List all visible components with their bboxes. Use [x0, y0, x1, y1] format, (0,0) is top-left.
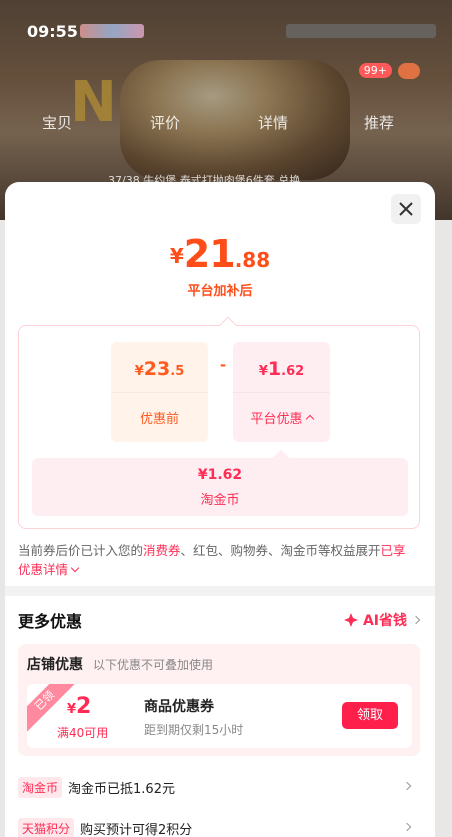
discount-detail-sheet: ¥21.88 平台加补后 ¥23.5 优惠前 - ¥1.62 平台优惠 ¥1.6… — [5, 182, 435, 837]
store-offers: 店铺优惠 以下优惠不可叠加使用 已领 ¥2 满40可用 商品优惠券 距到期仅剩1… — [18, 644, 420, 756]
close-button[interactable] — [391, 194, 421, 224]
store-offers-subtitle: 以下优惠不可叠加使用 — [93, 658, 214, 672]
cart-badge: 99+ — [358, 63, 392, 78]
chevron-right-icon — [402, 781, 412, 791]
product-tabs: 宝贝 评价 详情 推荐 — [0, 112, 452, 136]
tab-item[interactable]: 宝贝 — [42, 112, 72, 133]
coupon-amount: ¥2 — [67, 694, 92, 719]
section-divider — [5, 586, 435, 596]
more-badge — [398, 63, 420, 79]
platform-discount-value: ¥1.62 — [258, 358, 305, 380]
taojinbi-tag: 淘金币 — [18, 777, 63, 798]
platform-discount-label: 平台优惠 — [233, 408, 330, 427]
chevron-up-icon — [305, 414, 314, 424]
price-before-card: ¥23.5 优惠前 — [111, 342, 208, 442]
blurred-status-icons — [80, 24, 144, 38]
blurred-status-icons — [286, 24, 436, 38]
minus-sign: - — [219, 356, 227, 374]
store-coupon: 已领 ¥2 满40可用 商品优惠券 距到期仅剩15小时 领取 — [27, 684, 412, 748]
final-price: ¥21.88 — [169, 232, 271, 276]
coupon-expiry: 距到期仅剩15小时 — [144, 723, 244, 737]
chevron-down-icon — [70, 563, 80, 573]
chevron-right-icon — [411, 615, 421, 625]
tab-reviews[interactable]: 评价 — [150, 112, 180, 133]
price-before-value: ¥23.5 — [134, 358, 185, 380]
tab-recommend[interactable]: 推荐 — [364, 112, 394, 133]
price-note: 当前券后价已计入您的消费券、红包、购物券、淘金币等权益展开已享优惠详情 — [18, 543, 406, 577]
store-offers-title: 店铺优惠 — [27, 657, 83, 673]
taojinbi-breakdown: ¥1.62 淘金币 — [32, 449, 408, 516]
status-time: 09:55 — [27, 22, 78, 41]
chevron-right-icon — [402, 822, 412, 832]
coupon-condition: 满40可用 — [57, 726, 109, 740]
more-offers-title: 更多优惠 — [18, 612, 83, 631]
taojinbi-label: 淘金币 — [200, 493, 240, 508]
status-bar: 09:55 99+ — [0, 0, 452, 79]
coupon-name: 商品优惠券 — [144, 699, 214, 715]
final-price-label: 平台加补后 — [187, 284, 253, 299]
tmall-points-tag: 天猫积分 — [18, 818, 75, 837]
platform-discount-card[interactable]: ¥1.62 平台优惠 — [233, 342, 330, 442]
price-before-label: 优惠前 — [139, 412, 179, 427]
ai-sparkle-icon — [343, 613, 358, 627]
claim-coupon-button[interactable]: 领取 — [342, 702, 398, 729]
ai-save-money-link[interactable]: AI省钱 — [343, 610, 421, 630]
tmall-points-row-text: 购买预计可得2积分 — [80, 823, 193, 837]
price-breakdown: ¥23.5 优惠前 - ¥1.62 平台优惠 ¥1.62 淘金币 — [18, 316, 420, 529]
taojinbi-value: ¥1.62 — [197, 467, 243, 483]
taojinbi-row-text: 淘金币已抵1.62元 — [68, 782, 175, 797]
tmall-points-row[interactable]: 天猫积分 购买预计可得2积分 — [18, 818, 420, 837]
taojinbi-row[interactable]: 淘金币 淘金币已抵1.62元 — [18, 777, 420, 799]
consumption-coupon-highlight: 消费券 — [143, 543, 181, 558]
tab-details[interactable]: 详情 — [258, 112, 288, 133]
close-icon — [399, 202, 413, 216]
